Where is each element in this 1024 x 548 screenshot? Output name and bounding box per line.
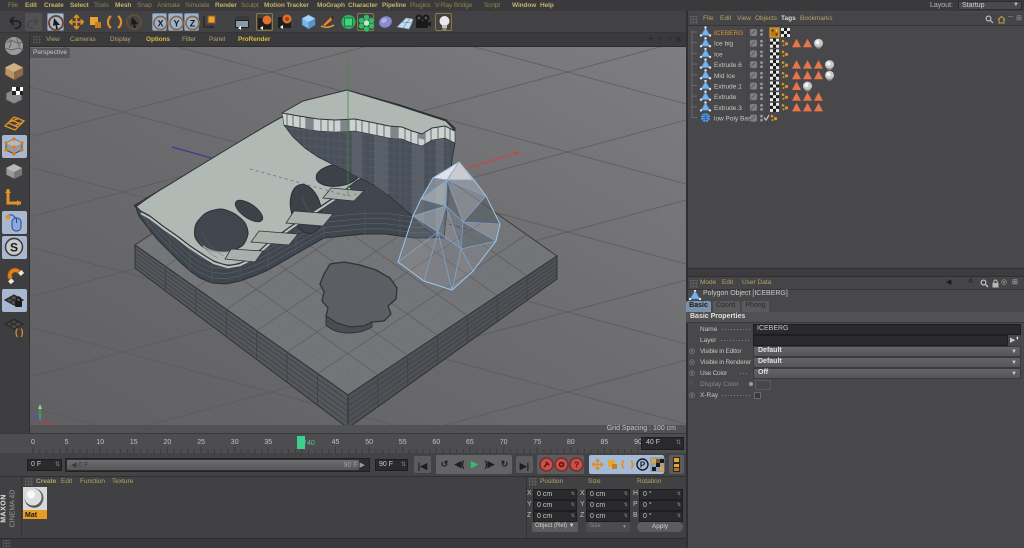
svg-text:85: 85	[601, 439, 609, 446]
svg-text:Mat: Mat	[25, 512, 38, 519]
svg-text:Extrude: Extrude	[714, 94, 737, 101]
svg-text:30: 30	[231, 439, 239, 446]
svg-text:25: 25	[197, 439, 205, 446]
svg-text:Mid Ice: Mid Ice	[714, 73, 735, 80]
svg-text:Extrude.1: Extrude.1	[714, 84, 742, 91]
svg-text:65: 65	[466, 439, 474, 446]
svg-text:Extrude.3: Extrude.3	[714, 105, 742, 112]
svg-text:( ): ( )	[15, 327, 24, 337]
svg-text:50: 50	[365, 439, 373, 446]
svg-text:Ice big: Ice big	[714, 41, 734, 48]
svg-text:20: 20	[164, 439, 172, 446]
svg-text:75: 75	[533, 439, 541, 446]
svg-text:Z: Z	[190, 19, 196, 29]
svg-text:60: 60	[432, 439, 440, 446]
svg-text:X: X	[157, 19, 163, 29]
svg-text:0: 0	[31, 439, 35, 446]
svg-text:Extrude.6: Extrude.6	[714, 62, 742, 69]
svg-text:45: 45	[332, 439, 340, 446]
svg-text:5: 5	[65, 439, 69, 446]
svg-text:15: 15	[130, 439, 138, 446]
svg-text:Y: Y	[173, 19, 179, 29]
svg-text:S: S	[10, 241, 18, 255]
svg-text:70: 70	[500, 439, 508, 446]
svg-text:?: ?	[574, 461, 579, 470]
svg-text:40: 40	[307, 440, 315, 447]
svg-text:80: 80	[567, 439, 575, 446]
svg-text:ICEBERG: ICEBERG	[714, 30, 743, 37]
svg-text:Ice: Ice	[714, 51, 723, 58]
svg-text:P: P	[640, 461, 646, 470]
svg-text:55: 55	[399, 439, 407, 446]
svg-text:35: 35	[264, 439, 272, 446]
svg-text:low Poly Base: low Poly Base	[714, 116, 755, 123]
svg-text:10: 10	[96, 439, 104, 446]
